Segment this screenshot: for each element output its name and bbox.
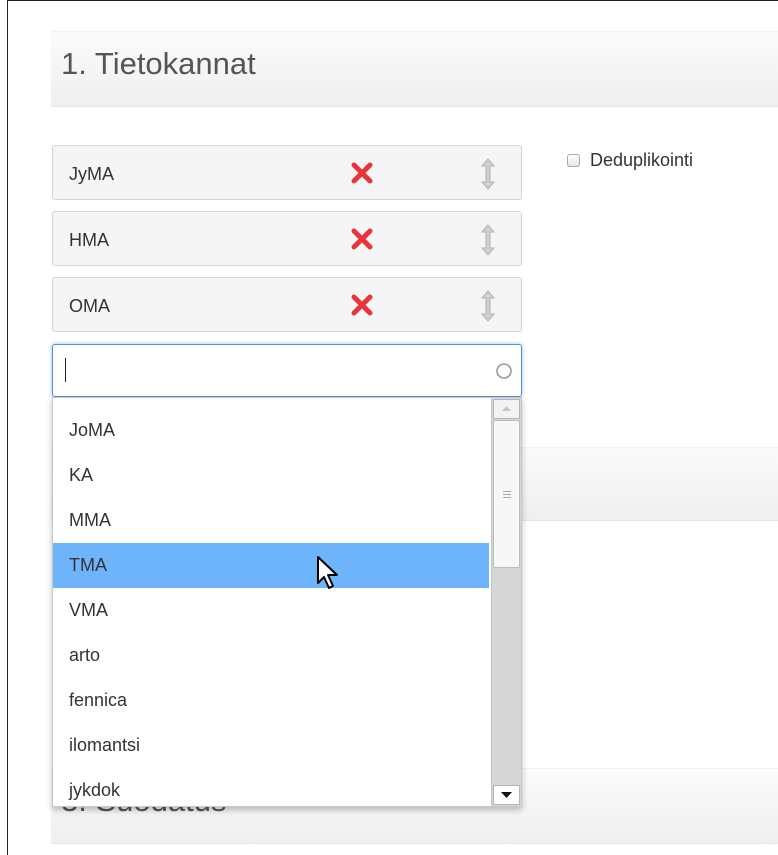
mouse-pointer-icon (317, 556, 338, 589)
selected-database-label: OMA (69, 296, 111, 316)
deduplication-checkbox[interactable] (567, 154, 580, 167)
selected-database-item[interactable]: HMA (52, 211, 522, 266)
scroll-up-arrow-icon (502, 406, 511, 411)
drag-handle-icon[interactable] (481, 290, 495, 322)
dropdown-option[interactable]: JoMA (53, 408, 489, 453)
selected-database-label: JyMA (69, 164, 114, 184)
spinner-icon (496, 363, 512, 379)
database-options-dropdown: JoMA KA MMA TMA VMA arto fennica ilomant… (52, 397, 522, 807)
scroll-down-button[interactable] (493, 785, 520, 805)
selected-database-label: HMA (69, 230, 109, 250)
dropdown-option-highlighted[interactable]: TMA (53, 543, 489, 588)
dropdown-option[interactable]: ilomantsi (53, 723, 489, 768)
databases-section-header: 1. Tietokannat (51, 31, 778, 107)
dropdown-option[interactable]: MMA (53, 498, 489, 543)
deduplication-option[interactable]: Deduplikointi (567, 150, 693, 171)
dropdown-option[interactable]: KA (53, 453, 489, 498)
scroll-up-button[interactable] (493, 399, 520, 419)
dropdown-option[interactable]: fennica (53, 678, 489, 723)
drag-handle-icon[interactable] (481, 224, 495, 256)
dropdown-option[interactable]: jykdok (53, 768, 489, 806)
selected-database-item[interactable]: OMA (52, 277, 522, 332)
database-search-input[interactable] (61, 353, 485, 389)
databases-section-title: 1. Tietokannat (61, 46, 256, 81)
scroll-thumb-grip-icon (503, 491, 511, 498)
drag-handle-icon[interactable] (481, 158, 495, 190)
remove-x-icon[interactable] (349, 160, 375, 186)
dropdown-option[interactable]: arto (53, 633, 489, 678)
dropdown-scrollbar[interactable] (491, 398, 521, 806)
deduplication-label[interactable]: Deduplikointi (590, 150, 693, 171)
scroll-down-arrow-icon (501, 792, 512, 798)
dropdown-option[interactable]: VMA (53, 588, 489, 633)
remove-x-icon[interactable] (349, 226, 375, 252)
text-caret (65, 358, 66, 382)
scroll-thumb[interactable] (493, 420, 520, 568)
selected-database-item[interactable]: JyMA (52, 145, 522, 200)
database-search-box[interactable] (52, 344, 522, 397)
remove-x-icon[interactable] (349, 292, 375, 318)
